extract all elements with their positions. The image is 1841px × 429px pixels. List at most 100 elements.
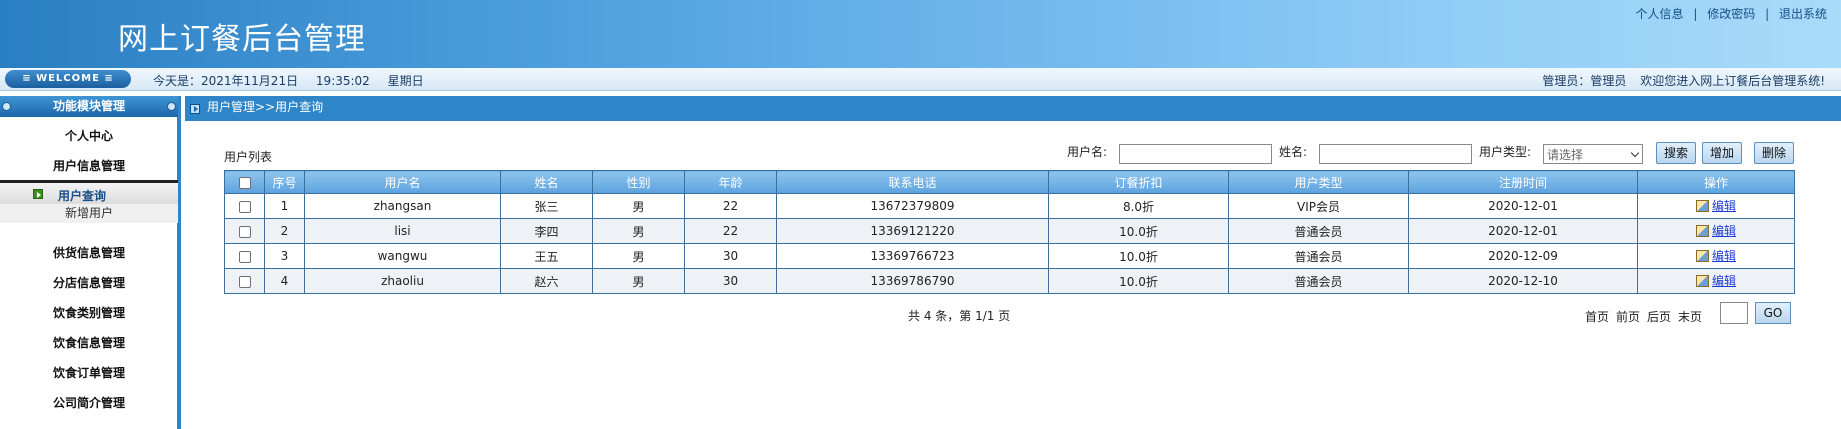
last-page-link[interactable]: 末页 [1678, 308, 1702, 325]
edit-label: 编辑 [1711, 274, 1736, 289]
weekday-text: 星期日 [387, 74, 424, 88]
sidebar-item-supply-management[interactable]: 供货信息管理 [0, 244, 178, 261]
table-header-row: 序号 用户名 姓名 性别 年龄 联系电话 订餐折扣 用户类型 注册时间 操作 [224, 170, 1795, 194]
select-placeholder: 请选择 [1547, 148, 1584, 162]
table-cell: lisi [304, 218, 501, 244]
sidebar-title-text: 功能模块管理 [52, 99, 125, 113]
sidebar-dot-icon [2, 102, 11, 111]
go-button[interactable]: GO [1755, 302, 1791, 324]
sidebar-item-food-category[interactable]: 饮食类别管理 [0, 304, 178, 321]
next-page-link[interactable]: 后页 [1647, 308, 1671, 325]
date-time-display: 今天是：2021年11月21日 19:35:02 星期日 [153, 72, 438, 89]
edit-link[interactable]: 编辑 [1695, 247, 1736, 264]
row-checkbox[interactable] [238, 250, 251, 263]
sidebar-item-add-user[interactable]: 新增用户 [0, 204, 178, 223]
edit-link[interactable]: 编辑 [1695, 222, 1736, 239]
table-cell: 张三 [500, 193, 593, 219]
link-separator: | [1765, 7, 1770, 21]
content-header: 用户管理>>用户查询 [185, 96, 1841, 121]
column-header: 注册时间 [1408, 170, 1638, 194]
breadcrumb-icon [190, 104, 200, 114]
edit-icon [1695, 274, 1709, 287]
edit-label: 编辑 [1711, 224, 1736, 239]
action-cell: 编辑 [1637, 243, 1795, 269]
row-checkbox[interactable] [238, 200, 251, 213]
table-cell: 普通会员 [1228, 268, 1409, 294]
row-checkbox[interactable] [238, 275, 251, 288]
sidebar-item-user-management[interactable]: 用户信息管理 [0, 157, 178, 174]
edit-link[interactable]: 编辑 [1695, 272, 1736, 289]
sidebar-title: 功能模块管理 [0, 96, 178, 117]
change-password-link[interactable]: 修改密码 [1707, 7, 1755, 21]
table-cell: 3 [264, 243, 305, 269]
action-cell: 编辑 [1637, 218, 1795, 244]
table-cell: 男 [592, 218, 685, 244]
table-cell: 男 [592, 193, 685, 219]
row-select-cell [224, 243, 265, 269]
row-checkbox[interactable] [238, 225, 251, 238]
sidebar-item-food-info[interactable]: 饮食信息管理 [0, 334, 178, 351]
table-cell: 2020-12-10 [1408, 268, 1638, 294]
add-button[interactable]: 增加 [1702, 142, 1742, 164]
welcome-badge: ≡ WELCOME ≡ [5, 70, 131, 88]
header-links: 个人信息 | 修改密码 | 退出系统 [1636, 5, 1827, 22]
name-input[interactable] [1319, 144, 1472, 164]
column-header: 联系电话 [776, 170, 1049, 194]
table-cell: 10.0折 [1048, 243, 1229, 269]
link-separator: | [1693, 7, 1698, 21]
table-cell: zhaoliu [304, 268, 501, 294]
column-header: 订餐折扣 [1048, 170, 1229, 194]
logout-link[interactable]: 退出系统 [1779, 7, 1827, 21]
row-select-cell [224, 268, 265, 294]
select-all-checkbox[interactable] [238, 176, 251, 189]
table-cell: 李四 [500, 218, 593, 244]
time-text: 19:35:02 [315, 74, 370, 88]
column-header: 年龄 [684, 170, 777, 194]
sidebar-item-user-query[interactable]: 用户查询 [0, 180, 178, 204]
chevron-down-icon [1630, 148, 1640, 158]
row-select-cell [224, 193, 265, 219]
date-text: 今天是：2021年11月21日 [153, 74, 299, 88]
user-type-select[interactable]: 请选择 [1543, 144, 1643, 164]
username-input[interactable] [1119, 144, 1272, 164]
table-cell: 13369121220 [776, 218, 1049, 244]
edit-icon [1695, 224, 1709, 237]
page-number-input[interactable] [1720, 302, 1748, 324]
info-bar: ≡ WELCOME ≡ 今天是：2021年11月21日 19:35:02 星期日… [0, 68, 1841, 91]
table-row: 1 zhangsan 张三 男 22 13672379809 8.0折 VIP会… [224, 193, 1795, 219]
admin-name: 管理员：管理员 [1542, 74, 1627, 88]
delete-button[interactable]: 删除 [1754, 142, 1794, 164]
table-cell: 13369766723 [776, 243, 1049, 269]
table-cell: wangwu [304, 243, 501, 269]
select-all-header [224, 170, 265, 194]
table-cell: 1 [264, 193, 305, 219]
arrow-right-icon [33, 189, 43, 199]
sidebar-item-food-orders[interactable]: 饮食订单管理 [0, 364, 178, 381]
prev-page-link[interactable]: 前页 [1616, 308, 1640, 325]
sidebar-item-branch-management[interactable]: 分店信息管理 [0, 274, 178, 291]
table-row: 2 lisi 李四 男 22 13369121220 10.0折 普通会员 20… [224, 218, 1795, 244]
user-type-label: 用户类型: [1479, 145, 1532, 159]
profile-link[interactable]: 个人信息 [1636, 7, 1684, 21]
table-cell: 王五 [500, 243, 593, 269]
column-header: 姓名 [500, 170, 593, 194]
table-cell: 2 [264, 218, 305, 244]
edit-icon [1695, 199, 1709, 212]
action-cell: 编辑 [1637, 193, 1795, 219]
sidebar-item-personal-center[interactable]: 个人中心 [0, 127, 178, 144]
admin-info: 管理员：管理员 欢迎您进入网上订餐后台管理系统! [1532, 72, 1825, 89]
column-header: 序号 [264, 170, 305, 194]
edit-link[interactable]: 编辑 [1695, 197, 1736, 214]
table-cell: 普通会员 [1228, 243, 1409, 269]
header-banner: 网上订餐后台管理 个人信息 | 修改密码 | 退出系统 [0, 0, 1841, 68]
name-label: 姓名: [1279, 145, 1308, 159]
table-cell: 2020-12-01 [1408, 218, 1638, 244]
table-cell: 8.0折 [1048, 193, 1229, 219]
sidebar-dot-icon [167, 102, 176, 111]
sidebar-item-label: 用户查询 [58, 189, 107, 203]
table-cell: 30 [684, 243, 777, 269]
first-page-link[interactable]: 首页 [1585, 308, 1609, 325]
table-cell: 男 [592, 268, 685, 294]
search-button[interactable]: 搜索 [1656, 142, 1696, 164]
sidebar-item-company-intro[interactable]: 公司简介管理 [0, 394, 178, 411]
